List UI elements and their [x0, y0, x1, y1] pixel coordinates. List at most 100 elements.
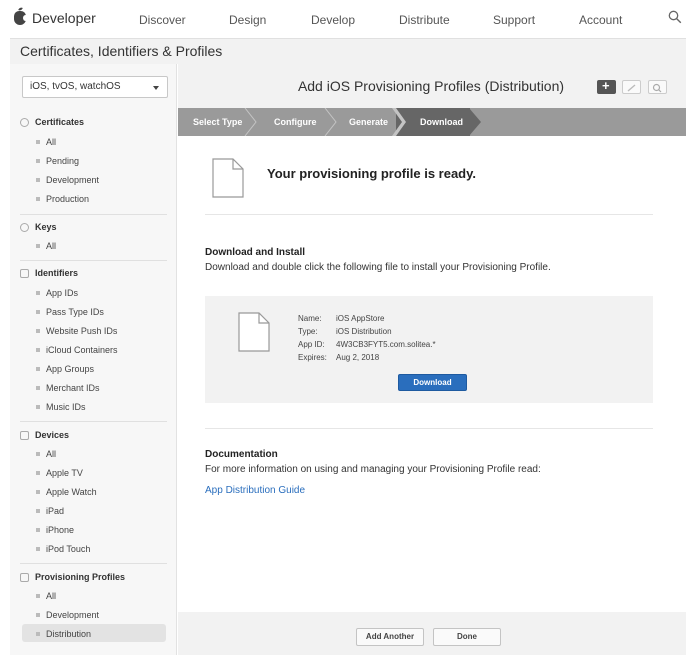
bullet-icon — [36, 471, 40, 475]
nav-distribute[interactable]: Distribute — [399, 13, 450, 27]
sidebar-item-label: iCloud Containers — [46, 345, 118, 355]
sidebar-item-label: Website Push IDs — [46, 326, 118, 336]
document-icon — [20, 572, 29, 582]
sidebar-item-label: All — [46, 449, 57, 459]
sidebar-item-ipad[interactable]: iPad — [36, 506, 64, 516]
profile-expires-value: Aug 2, 2018 — [336, 353, 380, 362]
sidebar-section-certificates[interactable]: Certificates — [20, 117, 84, 127]
platform-select-value: iOS, tvOS, watchOS — [30, 81, 121, 92]
bullet-icon — [36, 348, 40, 352]
sidebar-divider — [20, 421, 167, 422]
sidebar-divider — [20, 563, 167, 564]
section-divider — [205, 214, 653, 215]
done-button[interactable]: Done — [433, 628, 501, 646]
sidebar-section-title: Certificates — [35, 117, 85, 127]
add-another-button[interactable]: Add Another — [356, 628, 424, 646]
search-icon[interactable] — [648, 80, 667, 94]
download-install-heading: Download and Install — [205, 247, 306, 258]
download-button[interactable]: Download — [398, 374, 467, 391]
sidebar-item-music-ids[interactable]: Music IDs — [36, 402, 86, 412]
edit-icon[interactable] — [622, 80, 641, 94]
sidebar-item-profiles-development[interactable]: Development — [36, 610, 99, 620]
sidebar-item-merchant-ids[interactable]: Merchant IDs — [36, 383, 100, 393]
id-card-icon — [20, 268, 29, 278]
sidebar-item-apple-watch[interactable]: Apple Watch — [36, 487, 97, 497]
profile-name-value: iOS AppStore — [336, 314, 385, 323]
documentation-heading: Documentation — [205, 449, 278, 460]
sidebar-section-devices[interactable]: Devices — [20, 430, 69, 440]
nav-support[interactable]: Support — [493, 13, 535, 27]
sidebar-item-pass-type-ids[interactable]: Pass Type IDs — [36, 307, 104, 317]
apple-logo-icon — [14, 11, 28, 25]
sidebar-item-profiles-all[interactable]: All — [36, 591, 56, 601]
profile-expires-label: Expires: — [298, 353, 327, 362]
sidebar-item-app-ids[interactable]: App IDs — [36, 288, 78, 298]
profile-type-value: iOS Distribution — [336, 327, 392, 336]
profile-download-panel: Name: iOS AppStore Type: iOS Distributio… — [205, 296, 653, 403]
search-icon[interactable] — [668, 10, 682, 24]
sidebar-item-label: Apple TV — [46, 468, 83, 478]
section-title-bar: Certificates, Identifiers & Profiles — [10, 38, 686, 64]
bullet-icon — [36, 140, 40, 144]
download-install-text: Download and double click the following … — [205, 262, 551, 273]
sidebar-item-certificates-pending[interactable]: Pending — [36, 156, 79, 166]
sidebar-item-apple-tv[interactable]: Apple TV — [36, 468, 83, 478]
nav-develop[interactable]: Develop — [311, 13, 355, 27]
sidebar-item-label: All — [46, 241, 57, 251]
sidebar-item-ipod-touch[interactable]: iPod Touch — [36, 544, 90, 554]
sidebar-item-label: All — [46, 591, 57, 601]
step-label: Generate — [349, 117, 389, 127]
app-distribution-guide-link[interactable]: App Distribution Guide — [205, 485, 305, 496]
sidebar-item-iphone[interactable]: iPhone — [36, 525, 74, 535]
page-title: Certificates, Identifiers & Profiles — [20, 43, 223, 59]
sidebar-item-keys-all[interactable]: All — [36, 241, 56, 251]
sidebar-item-certificates-development[interactable]: Development — [36, 175, 99, 185]
sidebar-section-identifiers[interactable]: Identifiers — [20, 268, 78, 278]
step-separator-icon — [392, 108, 406, 136]
nav-account[interactable]: Account — [579, 13, 622, 27]
add-icon[interactable] — [597, 78, 616, 94]
sidebar-item-label: App IDs — [46, 288, 79, 298]
sidebar-item-certificates-production[interactable]: Production — [36, 194, 89, 204]
sidebar-item-app-groups[interactable]: App Groups — [36, 364, 94, 374]
sidebar-section-title: Keys — [35, 222, 57, 232]
step-generate: Generate — [336, 108, 396, 136]
sidebar-section-provisioning-profiles[interactable]: Provisioning Profiles — [20, 572, 125, 582]
sidebar-item-label: iPhone — [46, 525, 75, 535]
sidebar-section-keys[interactable]: Keys — [20, 222, 57, 232]
sidebar-item-website-push-ids[interactable]: Website Push IDs — [36, 326, 117, 336]
bullet-icon — [36, 632, 40, 636]
chevron-down-icon — [153, 86, 159, 90]
sidebar-item-certificates-all[interactable]: All — [36, 137, 56, 147]
platform-select[interactable]: iOS, tvOS, watchOS — [22, 76, 168, 98]
profile-name-label: Name: — [298, 314, 322, 323]
brand-label: Developer — [32, 10, 96, 26]
bullet-icon — [36, 367, 40, 371]
step-label: Configure — [274, 117, 317, 127]
sidebar: iOS, tvOS, watchOS Certificates All Pend… — [10, 64, 177, 655]
sidebar-item-icloud-containers[interactable]: iCloud Containers — [36, 345, 118, 355]
sidebar-item-label: Pending — [46, 156, 80, 166]
main-header: Add iOS Provisioning Profiles (Distribut… — [178, 64, 686, 108]
step-label: Download — [420, 117, 463, 127]
top-nav: Developer Discover Design Develop Distri… — [0, 0, 696, 38]
bullet-icon — [36, 291, 40, 295]
sidebar-section-title: Provisioning Profiles — [35, 572, 126, 582]
sidebar-item-devices-all[interactable]: All — [36, 449, 56, 459]
step-select-type: Select Type — [178, 108, 246, 136]
step-active-arrow-icon — [469, 108, 481, 136]
bullet-icon — [36, 405, 40, 409]
sidebar-divider — [20, 214, 167, 215]
sidebar-item-label: Development — [46, 175, 100, 185]
bullet-icon — [36, 159, 40, 163]
sidebar-item-label: Merchant IDs — [46, 383, 100, 393]
nav-design[interactable]: Design — [229, 13, 266, 27]
sidebar-item-label: App Groups — [46, 364, 95, 374]
developer-home-link[interactable]: Developer — [14, 10, 96, 26]
step-download: Download — [396, 108, 470, 136]
sidebar-item-profiles-distribution[interactable]: Distribution — [36, 629, 91, 639]
sidebar-divider — [20, 260, 167, 261]
sidebar-item-label: iPad — [46, 506, 65, 516]
bullet-icon — [36, 329, 40, 333]
nav-discover[interactable]: Discover — [139, 13, 186, 27]
